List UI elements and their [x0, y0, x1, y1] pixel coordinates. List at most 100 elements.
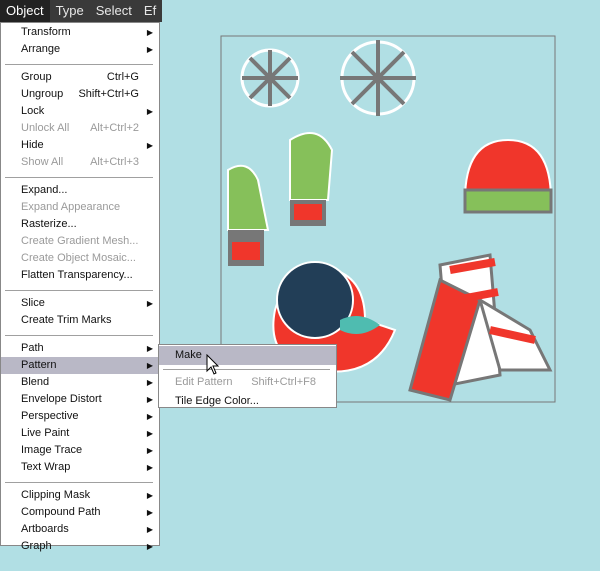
menu-item-clipping-mask[interactable]: Clipping Mask ▶ — [1, 487, 159, 504]
menu-item-label: Tile Edge Color... — [175, 395, 259, 407]
menubar-object[interactable]: Object — [0, 0, 50, 22]
submenu-arrow-icon: ▶ — [146, 491, 153, 500]
menu-separator — [5, 289, 153, 291]
submenu-arrow-icon: ▶ — [146, 463, 153, 472]
menu-item-unlock-all[interactable]: Unlock All Alt+Ctrl+2 — [1, 120, 159, 137]
submenu-arrow-icon: ▶ — [146, 542, 153, 551]
menu-item-label: Envelope Distort — [21, 393, 102, 405]
menu-item-envelope-distort[interactable]: Envelope Distort ▶ — [1, 391, 159, 408]
submenu-arrow-icon: ▶ — [146, 344, 153, 353]
menu-item-path[interactable]: Path ▶ — [1, 340, 159, 357]
menu-item-label: Make — [175, 349, 202, 361]
submenu-arrow-icon: ▶ — [146, 107, 153, 116]
menu-item-transform[interactable]: Transform ▶ — [1, 24, 159, 41]
menu-item-create-object-mosaic[interactable]: Create Object Mosaic... — [1, 250, 159, 267]
menu-item-label: Perspective — [21, 410, 79, 422]
menu-separator — [5, 334, 153, 336]
menu-item-ungroup[interactable]: Ungroup Shift+Ctrl+G — [1, 86, 159, 103]
menu-item-label: Create Object Mosaic... — [21, 252, 136, 264]
mouse-cursor-icon — [206, 354, 220, 375]
menu-item-image-trace[interactable]: Image Trace ▶ — [1, 442, 159, 459]
menu-item-label: Live Paint — [21, 427, 70, 439]
menu-separator — [5, 176, 153, 178]
hat[interactable] — [463, 138, 553, 214]
submenu-arrow-icon: ▶ — [146, 45, 153, 54]
submenu-arrow-icon: ▶ — [146, 508, 153, 517]
menu-item-live-paint[interactable]: Live Paint ▶ — [1, 425, 159, 442]
menu-item-label: Hide — [21, 139, 44, 151]
menu-item-label: Text Wrap — [21, 461, 71, 473]
menu-item-label: Rasterize... — [21, 218, 77, 230]
menu-item-label: Show All — [21, 156, 64, 168]
snowflake-1[interactable] — [240, 48, 300, 108]
menu-item-graph[interactable]: Graph ▶ — [1, 538, 159, 555]
menu-item-label: Artboards — [21, 523, 69, 535]
menu-item-perspective[interactable]: Perspective ▶ — [1, 408, 159, 425]
menu-separator — [5, 481, 153, 483]
menu-item-label: Transform — [21, 26, 71, 38]
menu-item-blend[interactable]: Blend ▶ — [1, 374, 159, 391]
menu-item-slice[interactable]: Slice ▶ — [1, 295, 159, 312]
menu-bar: Object Type Select Ef — [0, 0, 162, 22]
submenu-arrow-icon: ▶ — [146, 378, 153, 387]
snowflake-2[interactable] — [340, 40, 416, 116]
menu-item-label: Pattern — [21, 359, 57, 371]
menu-item-label: Arrange — [21, 43, 61, 55]
menu-item-edit-pattern[interactable]: Edit Pattern Shift+Ctrl+F8 — [159, 373, 336, 392]
menu-item-expand-appearance[interactable]: Expand Appearance — [1, 199, 159, 216]
menu-item-label: Group — [21, 71, 52, 83]
menu-item-label: Unlock All — [21, 122, 70, 134]
submenu-arrow-icon: ▶ — [146, 412, 153, 421]
submenu-arrow-icon: ▶ — [146, 141, 153, 150]
menu-item-hide[interactable]: Hide ▶ — [1, 137, 159, 154]
menu-item-shortcut: Ctrl+G — [106, 71, 139, 83]
menu-item-artboards[interactable]: Artboards ▶ — [1, 521, 159, 538]
menu-item-label: Edit Pattern — [175, 376, 233, 388]
menu-item-label: Expand... — [21, 184, 68, 196]
menu-item-label: Clipping Mask — [21, 489, 91, 501]
object-menu: Transform ▶ Arrange ▶ Group Ctrl+G Ungroup Shif… — [0, 22, 160, 552]
menu-item-create-gradient-mesh[interactable]: Create Gradient Mesh... — [1, 233, 159, 250]
menu-item-arrange[interactable]: Arrange ▶ — [1, 41, 159, 58]
menu-item-label: Blend — [21, 376, 50, 388]
menu-item-pattern[interactable]: Pattern ▶ — [1, 357, 159, 374]
pattern-submenu: Make Edit Pattern Shift+Ctrl+F8 Tile Edge C… — [158, 344, 337, 408]
menu-item-label: Flatten Transparency... — [21, 269, 133, 281]
menu-item-expand[interactable]: Expand... — [1, 182, 159, 199]
menu-item-label: Slice — [21, 297, 45, 309]
menu-item-create-trim-marks[interactable]: Create Trim Marks — [1, 312, 159, 329]
menu-item-label: Path — [21, 342, 44, 354]
menu-item-label: Image Trace — [21, 444, 83, 456]
menu-item-show-all[interactable]: Show All Alt+Ctrl+3 — [1, 154, 159, 171]
menu-item-flatten-transparency[interactable]: Flatten Transparency... — [1, 267, 159, 284]
menu-item-make[interactable]: Make — [159, 346, 336, 365]
menu-item-label: Ungroup — [21, 88, 64, 100]
menu-item-tile-edge-color[interactable]: Tile Edge Color... — [159, 392, 336, 411]
menu-item-rasterize[interactable]: Rasterize... — [1, 216, 159, 233]
menu-item-shortcut: Shift+Ctrl+G — [78, 88, 139, 100]
menu-item-lock[interactable]: Lock ▶ — [1, 103, 159, 120]
submenu-arrow-icon: ▶ — [146, 361, 153, 370]
submenu-arrow-icon: ▶ — [146, 299, 153, 308]
menu-item-compound-path[interactable]: Compound Path ▶ — [1, 504, 159, 521]
menu-item-group[interactable]: Group Ctrl+G — [1, 69, 159, 86]
submenu-arrow-icon: ▶ — [146, 446, 153, 455]
menubar-type[interactable]: Type — [50, 0, 90, 22]
menu-item-shortcut: Shift+Ctrl+F8 — [251, 376, 316, 388]
scarf[interactable] — [408, 253, 553, 402]
submenu-arrow-icon: ▶ — [146, 28, 153, 37]
submenu-arrow-icon: ▶ — [146, 525, 153, 534]
menu-item-label: Graph — [21, 540, 52, 552]
menubar-select[interactable]: Select — [90, 0, 138, 22]
submenu-arrow-icon: ▶ — [146, 429, 153, 438]
menu-item-label: Expand Appearance — [21, 201, 121, 213]
mittens[interactable] — [227, 131, 334, 266]
menubar-ef[interactable]: Ef — [138, 0, 162, 22]
menu-item-shortcut: Alt+Ctrl+3 — [90, 156, 139, 168]
submenu-arrow-icon: ▶ — [146, 395, 153, 404]
menu-separator — [5, 63, 153, 65]
menu-item-label: Create Gradient Mesh... — [21, 235, 139, 247]
menu-item-label: Lock — [21, 105, 45, 117]
menu-item-label: Compound Path — [21, 506, 101, 518]
menu-item-text-wrap[interactable]: Text Wrap ▶ — [1, 459, 159, 476]
